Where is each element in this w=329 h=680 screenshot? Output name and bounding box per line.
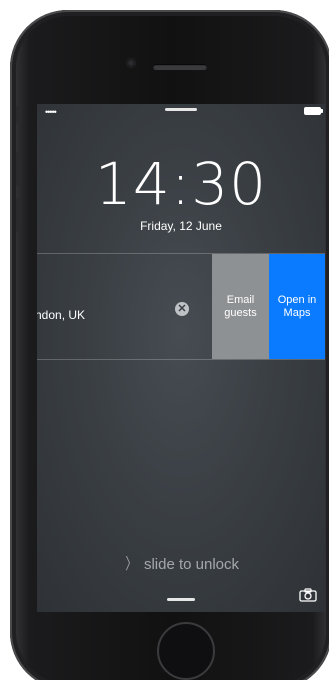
signal-strength: ••••• <box>45 107 57 117</box>
open-in-maps-button[interactable]: Open in Maps <box>269 254 325 359</box>
slide-to-unlock[interactable]: 〉 slide to unlock <box>37 556 325 574</box>
front-camera <box>127 59 135 67</box>
slide-to-unlock-label: slide to unlock <box>143 556 240 573</box>
notification-row[interactable]: ndon, UK ✕ Email guests Open in Maps <box>37 254 325 359</box>
lock-date: Friday, 12 June <box>140 219 222 233</box>
lock-screen: ••••• 14:30 Friday, 12 June ndon, UK ✕ E… <box>37 104 325 612</box>
volume-down-button <box>16 198 20 232</box>
home-button[interactable] <box>157 622 215 680</box>
phone-body: ••••• 14:30 Friday, 12 June ndon, UK ✕ E… <box>10 10 329 680</box>
camera-icon[interactable] <box>299 588 317 602</box>
email-guests-button[interactable]: Email guests <box>212 254 269 359</box>
notification-center-grabber[interactable] <box>165 108 197 111</box>
notification-divider-bottom <box>37 359 325 360</box>
close-icon[interactable]: ✕ <box>175 302 189 316</box>
open-in-maps-label: Open in Maps <box>277 293 317 319</box>
battery-icon <box>304 107 323 115</box>
volume-up-button <box>16 152 20 186</box>
email-guests-label: Email guests <box>224 293 257 319</box>
notification-text: ndon, UK <box>37 308 86 322</box>
mute-switch <box>16 106 20 124</box>
chevron-right-icon: 〉 <box>125 556 137 573</box>
control-center-grabber[interactable] <box>167 598 195 601</box>
lock-clock: 14:30 <box>94 150 268 218</box>
device-frame: ••••• 14:30 Friday, 12 June ndon, UK ✕ E… <box>0 0 329 680</box>
earpiece-speaker <box>153 64 207 70</box>
